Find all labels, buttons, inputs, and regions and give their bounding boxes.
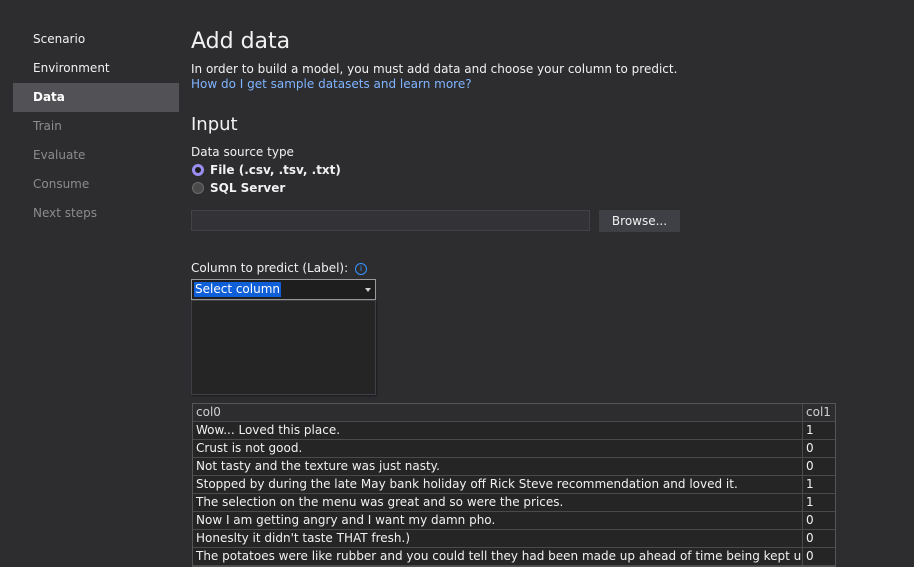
radio-unselected-icon[interactable] xyxy=(192,182,204,194)
table-cell: Honeslty it didn't taste THAT fresh.) xyxy=(193,530,803,547)
table-cell: Not tasty and the texture was just nasty… xyxy=(193,458,803,475)
table-cell: The potatoes were like rubber and you co… xyxy=(193,548,803,565)
sidebar-item-train[interactable]: Train xyxy=(13,112,179,141)
page-description: In order to build a model, you must add … xyxy=(191,62,678,76)
sidebar-item-data[interactable]: Data xyxy=(13,83,179,112)
table-cell: 1 xyxy=(806,477,814,491)
table-cell: Crust is not good. xyxy=(193,440,803,457)
table-cell: 0 xyxy=(806,459,814,473)
table-cell: The selection on the menu was great and … xyxy=(193,494,803,511)
table-row[interactable]: Now I am getting angry and I want my dam… xyxy=(193,512,835,530)
radio-selected-icon[interactable] xyxy=(192,164,204,176)
table-cell: 0 xyxy=(806,441,814,455)
table-row[interactable]: Stopped by during the late May bank holi… xyxy=(193,476,835,494)
table-header-row: col0 col1 xyxy=(193,404,835,422)
table-row[interactable]: The potatoes were like rubber and you co… xyxy=(193,548,835,566)
radio-sql-server-option[interactable]: SQL Server xyxy=(192,180,285,196)
column-to-predict-label: Column to predict (Label): i xyxy=(191,261,367,275)
table-cell: Stopped by during the late May bank holi… xyxy=(193,476,803,493)
radio-file-label: File (.csv, .tsv, .txt) xyxy=(210,163,341,177)
table-cell: 0 xyxy=(806,513,814,527)
chevron-down-icon[interactable] xyxy=(365,288,371,292)
table-cell: 0 xyxy=(806,531,814,545)
sidebar-item-next-steps[interactable]: Next steps xyxy=(13,199,179,228)
file-path-input[interactable] xyxy=(191,210,590,231)
table-cell: Now I am getting angry and I want my dam… xyxy=(193,512,803,529)
column-select-dropdown[interactable]: Select column xyxy=(191,279,376,300)
table-cell: 1 xyxy=(806,423,814,437)
table-cell: 1 xyxy=(806,495,814,509)
radio-sql-label: SQL Server xyxy=(210,181,286,195)
table-row[interactable]: Not tasty and the texture was just nasty… xyxy=(193,458,835,476)
sidebar-item-consume[interactable]: Consume xyxy=(13,170,179,199)
column-header-col0[interactable]: col0 xyxy=(193,404,803,421)
browse-button[interactable]: Browse... xyxy=(599,210,680,232)
table-row[interactable]: The selection on the menu was great and … xyxy=(193,494,835,512)
page-title: Add data xyxy=(191,29,291,54)
table-row[interactable]: Crust is not good. 0 xyxy=(193,440,835,458)
sample-datasets-link[interactable]: How do I get sample datasets and learn m… xyxy=(191,77,472,91)
input-section-title: Input xyxy=(191,114,238,135)
column-to-predict-text: Column to predict (Label): xyxy=(191,261,349,275)
sidebar-item-environment[interactable]: Environment xyxy=(13,54,179,83)
column-header-col1[interactable]: col1 xyxy=(803,404,835,421)
table-row[interactable]: Honeslty it didn't taste THAT fresh.) 0 xyxy=(193,530,835,548)
sidebar-item-evaluate[interactable]: Evaluate xyxy=(13,141,179,170)
table-cell: Wow... Loved this place. xyxy=(193,422,803,439)
data-preview-table: col0 col1 Wow... Loved this place. 1 Cru… xyxy=(192,403,836,567)
table-cell: 0 xyxy=(806,549,814,563)
radio-file-option[interactable]: File (.csv, .tsv, .txt) xyxy=(192,162,341,178)
info-icon[interactable]: i xyxy=(354,262,367,275)
sidebar: Scenario Environment Data Train Evaluate… xyxy=(0,0,180,564)
column-select-value: Select column xyxy=(194,282,282,297)
column-select-options-list[interactable] xyxy=(191,300,376,395)
data-source-type-label: Data source type xyxy=(191,145,294,159)
sidebar-item-scenario[interactable]: Scenario xyxy=(13,25,179,54)
table-row[interactable]: Wow... Loved this place. 1 xyxy=(193,422,835,440)
